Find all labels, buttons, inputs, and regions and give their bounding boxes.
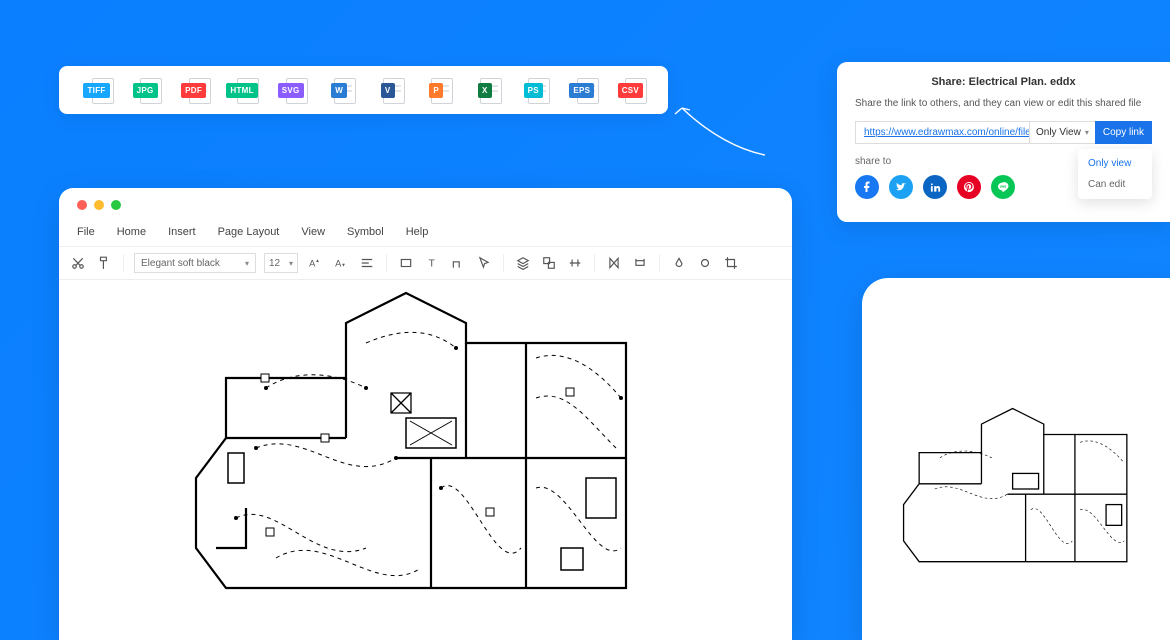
menu-view[interactable]: View [301, 226, 325, 238]
minimize-dot[interactable] [94, 200, 104, 210]
crop-icon[interactable] [722, 254, 740, 272]
format-badge-label: V [381, 83, 395, 98]
distribute-icon[interactable] [566, 254, 584, 272]
format-badge-label: PDF [181, 83, 206, 98]
text-icon[interactable]: T [423, 254, 441, 272]
copy-link-button[interactable]: Copy link [1095, 121, 1152, 144]
flip-icon[interactable] [605, 254, 623, 272]
chevron-down-icon: ▾ [1085, 128, 1089, 137]
floorplan-drawing [166, 288, 686, 608]
group-icon[interactable] [540, 254, 558, 272]
permission-dropdown: Only viewCan edit [1078, 149, 1152, 199]
svg-text:A: A [335, 259, 342, 269]
export-format-tiff[interactable]: TIFF [78, 79, 116, 101]
increase-font-icon[interactable]: A▴ [306, 254, 324, 272]
format-badge-label: P [429, 83, 443, 98]
floorplan-drawing-small [888, 384, 1158, 594]
cut-icon[interactable] [69, 254, 87, 272]
menu-home[interactable]: Home [117, 226, 146, 238]
pointer-icon[interactable] [475, 254, 493, 272]
menu-insert[interactable]: Insert [168, 226, 196, 238]
svg-text:▴: ▴ [316, 258, 319, 264]
arrow-decoration [670, 100, 770, 160]
format-badge-label: X [478, 83, 492, 98]
fill-icon[interactable] [670, 254, 688, 272]
export-formats-bar: TIFF JPG PDF HTML SVG W V P X PS EPS CSV [59, 66, 668, 114]
permission-option[interactable]: Can edit [1078, 174, 1152, 195]
export-format-ps[interactable]: PS [514, 79, 552, 101]
window-traffic-lights [59, 188, 792, 218]
editor-window: FileHomeInsertPage LayoutViewSymbolHelp … [59, 188, 792, 640]
font-size-select[interactable]: 12 ▾ [264, 253, 298, 273]
chevron-down-icon: ▾ [289, 259, 293, 268]
export-format-w[interactable]: W [320, 79, 358, 101]
align-icon[interactable] [358, 254, 376, 272]
menu-symbol[interactable]: Symbol [347, 226, 384, 238]
export-format-html[interactable]: HTML [223, 79, 261, 101]
font-family-value: Elegant soft black [141, 258, 220, 269]
font-family-select[interactable]: Elegant soft black ▾ [134, 253, 256, 273]
svg-text:▾: ▾ [342, 263, 345, 269]
format-painter-icon[interactable] [95, 254, 113, 272]
export-format-v[interactable]: V [369, 79, 407, 101]
format-badge-label: EPS [569, 83, 594, 98]
permission-select[interactable]: Only View ▾ [1029, 121, 1095, 144]
svg-text:A: A [309, 259, 316, 269]
export-format-p[interactable]: P [417, 79, 455, 101]
facebook-share-button[interactable] [855, 175, 879, 199]
line-style-icon[interactable] [696, 254, 714, 272]
menu-help[interactable]: Help [406, 226, 429, 238]
phone-preview [862, 278, 1170, 640]
close-dot[interactable] [77, 200, 87, 210]
export-format-x[interactable]: X [466, 79, 504, 101]
layers-icon[interactable] [514, 254, 532, 272]
share-url-field[interactable]: https://www.edrawmax.com/online/files [855, 121, 1029, 144]
menu-bar: File Home Insert Page Layout View Symbol Help [59, 218, 792, 247]
export-format-svg[interactable]: SVG [272, 79, 310, 101]
share-dialog-title: Share: Electrical Plan. eddx [855, 76, 1152, 88]
format-badge-label: JPG [133, 83, 158, 98]
format-badge-label: SVG [278, 83, 304, 98]
export-format-pdf[interactable]: PDF [175, 79, 213, 101]
permission-option[interactable]: Only view [1078, 153, 1152, 174]
connector-icon[interactable] [449, 254, 467, 272]
format-badge-label: W [331, 83, 347, 98]
format-badge-label: TIFF [83, 83, 109, 98]
share-dialog-description: Share the link to others, and they can v… [855, 98, 1152, 109]
dimensions-icon[interactable] [631, 254, 649, 272]
export-format-eps[interactable]: EPS [563, 79, 601, 101]
format-badge-label: CSV [618, 83, 643, 98]
permission-value: Only View [1036, 127, 1081, 138]
pinterest-share-button[interactable] [957, 175, 981, 199]
linkedin-share-button[interactable] [923, 175, 947, 199]
export-format-csv[interactable]: CSV [611, 79, 649, 101]
format-badge-label: HTML [226, 83, 257, 98]
editor-canvas[interactable] [59, 280, 792, 632]
rectangle-icon[interactable] [397, 254, 415, 272]
svg-text:T: T [429, 258, 436, 270]
export-format-jpg[interactable]: JPG [126, 79, 164, 101]
share-dialog: Share: Electrical Plan. eddx Share the l… [837, 62, 1170, 222]
twitter-share-button[interactable] [889, 175, 913, 199]
menu-file[interactable]: File [77, 226, 95, 238]
font-size-value: 12 [269, 258, 280, 269]
chevron-down-icon: ▾ [245, 259, 249, 268]
format-badge-label: PS [524, 83, 543, 98]
toolbar: Elegant soft black ▾ 12 ▾ A▴ A▾ T [59, 247, 792, 280]
line-share-button[interactable] [991, 175, 1015, 199]
menu-page-layout[interactable]: Page Layout [218, 226, 280, 238]
maximize-dot[interactable] [111, 200, 121, 210]
decrease-font-icon[interactable]: A▾ [332, 254, 350, 272]
